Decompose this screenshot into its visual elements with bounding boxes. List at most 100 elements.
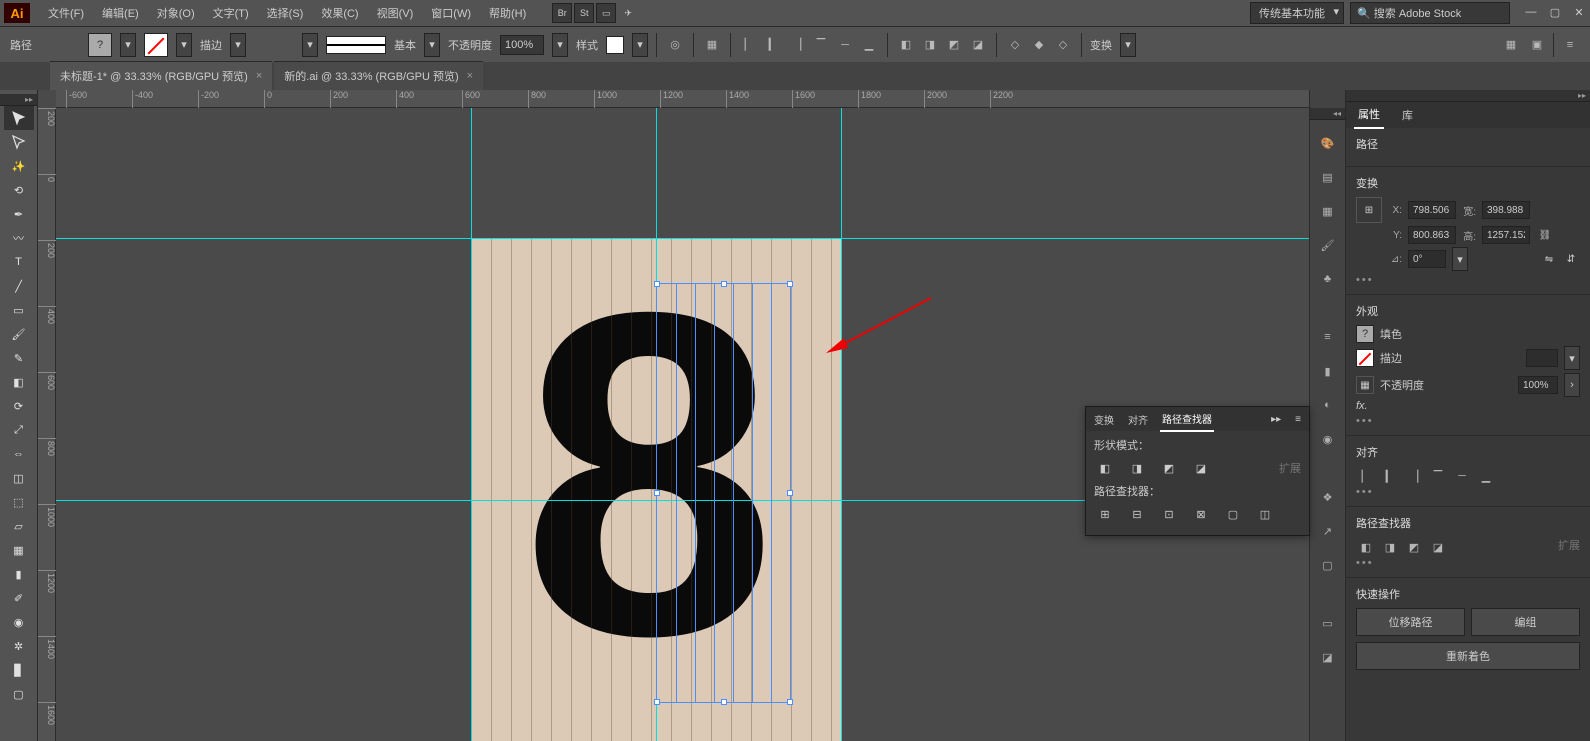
stroke-panel-icon[interactable]: ≡ xyxy=(1317,326,1339,348)
angle-input[interactable] xyxy=(1408,250,1446,268)
opacity-dd-p[interactable]: › xyxy=(1564,373,1580,397)
menu-edit[interactable]: 编辑(E) xyxy=(94,1,147,25)
edit-contents-icon[interactable]: ▣ xyxy=(1527,36,1547,54)
shaper-tool[interactable]: ✎ xyxy=(4,346,34,370)
layers-icon[interactable]: ❖ xyxy=(1317,486,1339,508)
p-intersect-icon[interactable]: ◩ xyxy=(1404,537,1424,557)
doc-tab-2[interactable]: 新的.ai @ 33.33% (RGB/GPU 预览)× xyxy=(274,61,483,90)
pf-exclude-icon[interactable]: ◪ xyxy=(968,35,988,55)
pf-divide-icon[interactable]: ⊞ xyxy=(1094,503,1116,525)
fill-swatch-p[interactable]: ? xyxy=(1356,325,1374,343)
pen-tool[interactable]: ✒ xyxy=(4,202,34,226)
recolor-button[interactable]: 重新着色 xyxy=(1356,642,1580,670)
sm-exclude-icon[interactable]: ◪ xyxy=(1190,457,1212,479)
window-close[interactable]: ✕ xyxy=(1572,6,1586,20)
brush-dd[interactable]: ▾ xyxy=(424,33,440,57)
flip-v-icon[interactable]: ⇵ xyxy=(1562,250,1580,268)
align-icon[interactable]: ▭ xyxy=(1317,612,1339,634)
graphic-style-swatch[interactable] xyxy=(606,36,624,54)
stroke-weight-dd[interactable]: ▾ xyxy=(230,33,246,57)
y-input[interactable] xyxy=(1408,226,1456,244)
isolate-icon[interactable]: ▦ xyxy=(1501,36,1521,54)
stroke-swatch-p[interactable] xyxy=(1356,349,1374,367)
ruler-vertical[interactable]: 200020040060080010001200140016001800 xyxy=(38,108,56,741)
rotate-tool[interactable]: ⟳ xyxy=(4,394,34,418)
var-width-dd[interactable]: ▾ xyxy=(302,33,318,57)
asset-export-icon[interactable]: ↗ xyxy=(1317,520,1339,542)
perspective-tool[interactable]: ▱ xyxy=(4,514,34,538)
stock-icon[interactable]: St xyxy=(574,3,594,23)
link-wh-icon[interactable]: ⛓ xyxy=(1536,226,1554,244)
h-input[interactable] xyxy=(1482,226,1530,244)
gradient-tool[interactable]: ▮ xyxy=(4,562,34,586)
curvature-tool[interactable]: 〰 xyxy=(4,226,34,250)
swatches-icon[interactable]: ▦ xyxy=(1317,200,1339,222)
pf-outline-icon[interactable]: ▢ xyxy=(1222,503,1244,525)
w-input[interactable] xyxy=(1482,201,1530,219)
align-top-icon[interactable]: ▔ xyxy=(811,35,831,55)
menu-select[interactable]: 选择(S) xyxy=(259,1,312,25)
pf-merge-icon[interactable]: ⊡ xyxy=(1158,503,1180,525)
pf-crop-icon[interactable]: ⊠ xyxy=(1190,503,1212,525)
eraser-tool[interactable]: ◧ xyxy=(4,370,34,394)
stroke-weight-input[interactable] xyxy=(1526,349,1558,367)
offset-path-button[interactable]: 位移路径 xyxy=(1356,608,1465,636)
p-align-right-icon[interactable]: ▕ xyxy=(1404,466,1424,486)
align-bottom-icon[interactable]: ▁ xyxy=(859,35,879,55)
style-dd[interactable]: ▾ xyxy=(632,33,648,57)
opacity-input-p[interactable] xyxy=(1518,376,1558,394)
dock-collapse[interactable]: ◂◂ xyxy=(1310,108,1345,120)
pf-unite-icon[interactable]: ◧ xyxy=(896,35,916,55)
guide-v[interactable] xyxy=(471,108,472,741)
stroke-dd-p[interactable]: ▾ xyxy=(1564,346,1580,370)
opacity-input[interactable] xyxy=(500,35,544,55)
width-tool[interactable]: ⇔ xyxy=(4,442,34,466)
symbol-sprayer-tool[interactable]: ✲ xyxy=(4,634,34,658)
selection-tool[interactable] xyxy=(4,106,34,130)
p-align-hcenter-icon[interactable]: ▎ xyxy=(1380,466,1400,486)
menu-object[interactable]: 对象(O) xyxy=(149,1,203,25)
opacity-dd[interactable]: ▾ xyxy=(552,33,568,57)
transform-dd[interactable]: ▾ xyxy=(1120,33,1136,57)
pf-intersect-icon[interactable]: ◩ xyxy=(944,35,964,55)
x-input[interactable] xyxy=(1408,201,1456,219)
pf-tab-align[interactable]: 对齐 xyxy=(1126,408,1150,431)
pathfinder-icon[interactable]: ◪ xyxy=(1317,646,1339,668)
bridge-icon[interactable]: Br xyxy=(552,3,572,23)
menu-type[interactable]: 文字(T) xyxy=(205,1,257,25)
arrange-icon[interactable]: ▭ xyxy=(596,3,616,23)
more-align-icon[interactable]: ••• xyxy=(1356,486,1580,498)
close-tab-icon[interactable]: × xyxy=(467,70,473,82)
iso-top-icon[interactable]: ◆ xyxy=(1029,35,1049,55)
sm-intersect-icon[interactable]: ◩ xyxy=(1158,457,1180,479)
color-panel-icon[interactable]: 🎨 xyxy=(1317,132,1339,154)
direct-selection-tool[interactable] xyxy=(4,130,34,154)
menu-window[interactable]: 窗口(W) xyxy=(423,1,479,25)
transform-label[interactable]: 变换 xyxy=(1090,37,1112,53)
rectangle-tool[interactable]: ▭ xyxy=(4,298,34,322)
menu-file[interactable]: 文件(F) xyxy=(40,1,92,25)
panel-menu-icon[interactable]: ≡ xyxy=(1560,36,1580,54)
iso-right-icon[interactable]: ◇ xyxy=(1053,35,1073,55)
transparency-icon[interactable]: ◐ xyxy=(1317,394,1339,416)
props-collapse[interactable]: ▸▸ xyxy=(1346,90,1590,102)
mesh-tool[interactable]: ▦ xyxy=(4,538,34,562)
workspace-switcher[interactable]: 传统基本功能 xyxy=(1250,2,1344,24)
rocket-icon[interactable]: ✈ xyxy=(618,3,638,23)
graph-tool[interactable]: ▊ xyxy=(4,658,34,682)
gradient-panel-icon[interactable]: ▮ xyxy=(1317,360,1339,382)
brushes-icon[interactable]: 🖌 xyxy=(1317,234,1339,256)
group-button[interactable]: 编组 xyxy=(1471,608,1580,636)
flip-h-icon[interactable]: ⇋ xyxy=(1540,250,1558,268)
fill-swatch[interactable]: ? xyxy=(88,33,112,57)
appearance-icon[interactable]: ◉ xyxy=(1317,428,1339,450)
iso-left-icon[interactable]: ◇ xyxy=(1005,35,1025,55)
pf-minus-icon[interactable]: ◨ xyxy=(920,35,940,55)
pf-minusback-icon[interactable]: ◫ xyxy=(1254,503,1276,525)
type-tool[interactable]: T xyxy=(4,250,34,274)
p-align-vcenter-icon[interactable]: ─ xyxy=(1452,466,1472,486)
line-tool[interactable]: ╱ xyxy=(4,274,34,298)
fx-label[interactable]: fx. xyxy=(1356,400,1368,412)
pf-trim-icon[interactable]: ⊟ xyxy=(1126,503,1148,525)
guide-h[interactable] xyxy=(56,238,1309,239)
